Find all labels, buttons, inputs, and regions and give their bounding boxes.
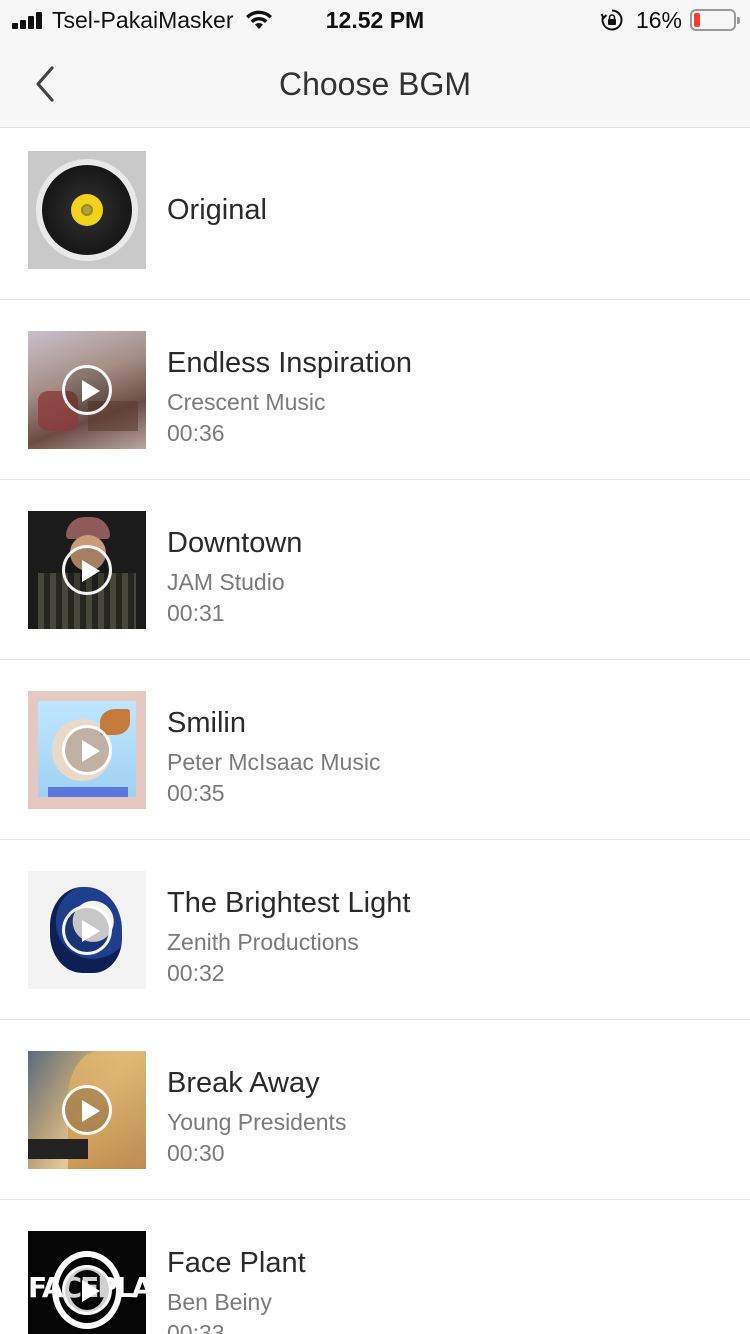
- bgm-item[interactable]: Smilin Peter McIsaac Music 00:35: [0, 660, 750, 840]
- album-cover: [28, 1051, 146, 1169]
- album-cover: [28, 511, 146, 629]
- status-right: 16%: [600, 6, 740, 34]
- bgm-duration: 00:35: [167, 780, 225, 806]
- bgm-artist: Zenith Productions: [167, 929, 359, 955]
- bgm-title: Smilin: [167, 707, 246, 739]
- bgm-item-original[interactable]: Original: [0, 128, 750, 300]
- navigation-bar: Choose BGM: [0, 40, 750, 128]
- play-icon[interactable]: [62, 905, 112, 955]
- play-icon[interactable]: [62, 545, 112, 595]
- rotation-lock-icon: [600, 9, 623, 31]
- bgm-item[interactable]: Break Away Young Presidents 00:30: [0, 1020, 750, 1200]
- bgm-duration: 00:36: [167, 420, 225, 446]
- battery-icon: [690, 9, 740, 31]
- album-cover: [28, 331, 146, 449]
- album-cover: [28, 871, 146, 989]
- bgm-item[interactable]: FACEPLANT Face Plant Ben Beiny 00:33: [0, 1200, 750, 1334]
- play-icon[interactable]: [62, 1085, 112, 1135]
- battery-level: [694, 13, 700, 27]
- play-icon[interactable]: [62, 365, 112, 415]
- bgm-artist: Ben Beiny: [167, 1289, 272, 1315]
- bgm-duration: 00:33: [167, 1320, 225, 1334]
- bgm-title: The Brightest Light: [167, 887, 411, 919]
- bgm-title: Break Away: [167, 1067, 320, 1099]
- bgm-artist: Peter McIsaac Music: [167, 749, 381, 775]
- bgm-title: Endless Inspiration: [167, 347, 413, 379]
- app-screen: Tsel-PakaiMasker 12.52 PM 16% Choose BGM…: [0, 0, 750, 1334]
- play-icon[interactable]: [62, 1265, 112, 1315]
- bgm-duration: 00:32: [167, 960, 225, 986]
- status-bar: Tsel-PakaiMasker 12.52 PM 16%: [0, 0, 750, 40]
- bgm-title: Original: [167, 194, 267, 226]
- bgm-item[interactable]: Endless Inspiration Crescent Music 00:36: [0, 300, 750, 480]
- play-icon[interactable]: [62, 725, 112, 775]
- vinyl-record-icon: [28, 151, 146, 269]
- bgm-artist: JAM Studio: [167, 569, 285, 595]
- bgm-artist: Young Presidents: [167, 1109, 347, 1135]
- bgm-list: Original Endless Inspiration Crescent Mu…: [0, 128, 750, 1334]
- bgm-item[interactable]: The Brightest Light Zenith Productions 0…: [0, 840, 750, 1020]
- bgm-duration: 00:30: [167, 1140, 225, 1166]
- bgm-duration: 00:31: [167, 600, 225, 626]
- battery-percent: 16%: [635, 6, 682, 33]
- bgm-item[interactable]: Downtown JAM Studio 00:31: [0, 480, 750, 660]
- page-title: Choose BGM: [278, 66, 472, 102]
- bgm-title: Downtown: [167, 527, 303, 559]
- bgm-artist: Crescent Music: [167, 389, 326, 415]
- bgm-title: Face Plant: [167, 1247, 306, 1279]
- album-cover: FACEPLANT: [28, 1231, 146, 1334]
- album-cover: [28, 691, 146, 809]
